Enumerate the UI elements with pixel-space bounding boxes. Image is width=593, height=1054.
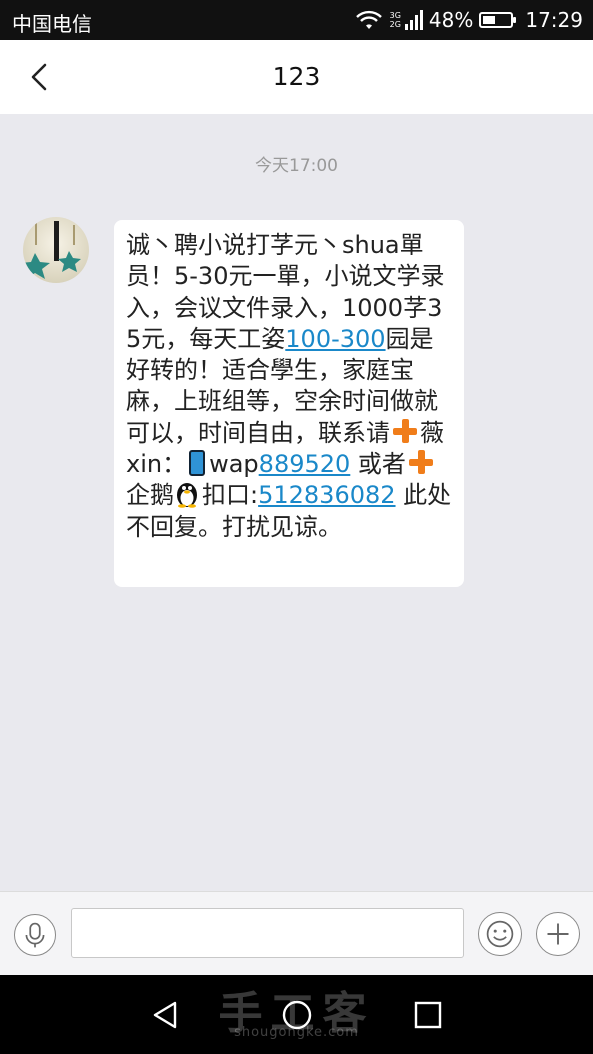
message-text-segment: 企鹅	[126, 481, 174, 510]
emoji-button[interactable]	[478, 912, 522, 956]
message-text: 诚丶聘小说打芓元丶shua單员！5-30元一單，小说文学录入，会议文件录入，10…	[126, 230, 454, 543]
nav-home-button[interactable]	[277, 995, 317, 1035]
message-text-segment: 或者	[350, 450, 406, 479]
message-input-field[interactable]	[71, 908, 464, 958]
microphone-icon	[25, 922, 45, 948]
nav-back-button[interactable]	[145, 995, 185, 1035]
voice-input-button[interactable]	[14, 914, 56, 956]
plus-emoji-icon	[408, 449, 434, 475]
triangle-back-icon	[153, 1001, 177, 1029]
status-bar: 中国电信 3G 2G 48% 17:29	[0, 0, 593, 40]
message-text-segment: wap	[209, 450, 259, 479]
network-type: 3G 2G	[390, 11, 401, 29]
plus-emoji-icon	[392, 418, 418, 444]
message-text-segment: 扣口:	[202, 481, 259, 510]
square-recents-icon	[414, 1001, 442, 1029]
message-link[interactable]: 512836082	[258, 481, 395, 509]
smiley-icon	[486, 920, 514, 948]
message-timestamp: 今天17:00	[255, 156, 338, 176]
status-indicators: 3G 2G 48% 17:29	[354, 7, 583, 33]
carrier-name: 中国电信	[12, 12, 92, 36]
attach-button[interactable]	[536, 912, 580, 956]
circle-home-icon	[282, 1000, 312, 1030]
conversation-header: 123	[0, 40, 593, 114]
message-input-bar	[0, 891, 593, 975]
network-type-2g: 2G	[389, 20, 401, 29]
message-link[interactable]: 889520	[259, 450, 351, 478]
battery-fill	[483, 16, 496, 24]
contact-avatar[interactable]	[23, 217, 89, 283]
battery-percent: 48%	[428, 8, 474, 32]
battery-icon	[479, 12, 517, 28]
plus-icon	[547, 923, 569, 945]
network-type-3g: 3G	[389, 11, 401, 20]
phone-emoji-icon	[189, 450, 206, 477]
message-link[interactable]: 100-300	[285, 325, 385, 353]
wifi-icon	[355, 10, 382, 29]
penguin-emoji-icon	[177, 483, 197, 509]
status-time: 17:29	[525, 8, 583, 32]
message-bubble[interactable]: 诚丶聘小说打芓元丶shua單员！5-30元一單，小说文学录入，会议文件录入，10…	[114, 220, 464, 587]
nav-recents-button[interactable]	[408, 995, 448, 1035]
system-nav-bar: 手工客 shougongke.com	[0, 975, 593, 1054]
contact-title[interactable]: 123	[0, 62, 593, 91]
avatar-image	[23, 217, 89, 283]
signal-icon	[404, 10, 423, 30]
